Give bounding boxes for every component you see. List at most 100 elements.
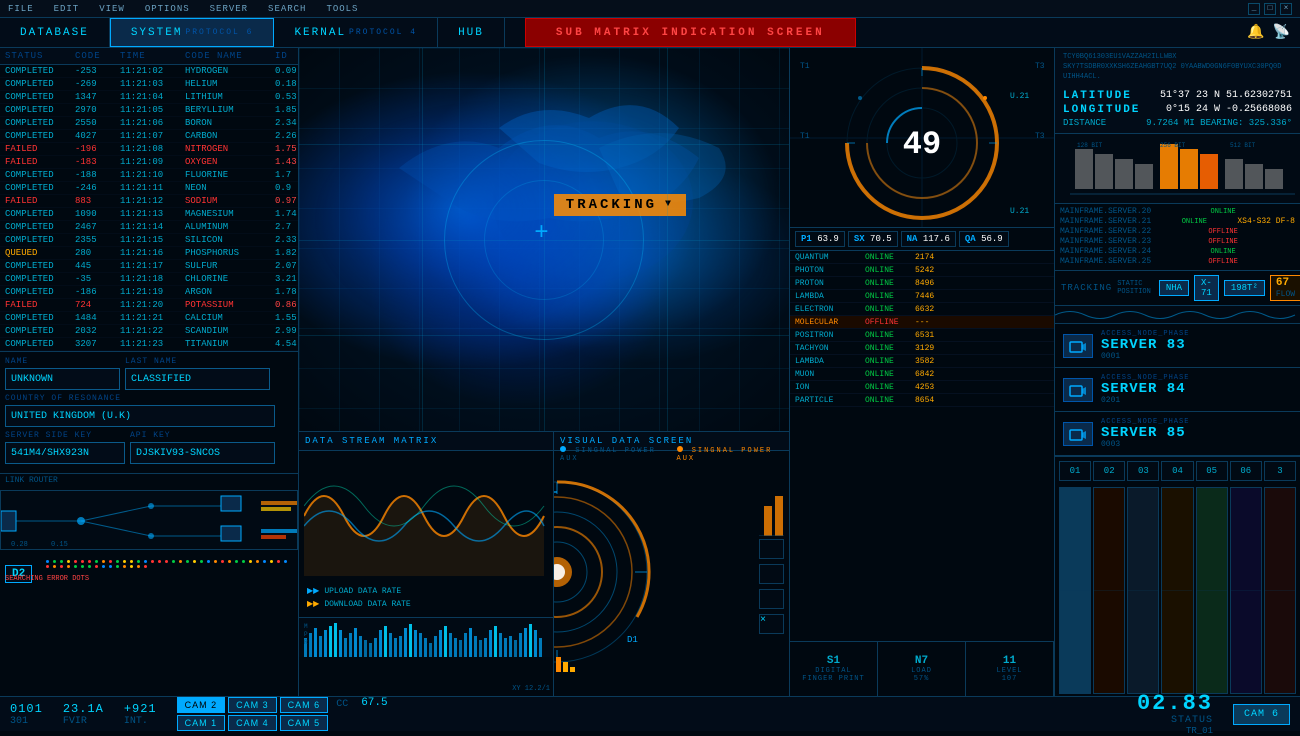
api-key-input[interactable]	[130, 442, 275, 464]
bottom-right-block-3	[1161, 487, 1193, 694]
error-dot	[277, 560, 280, 563]
panel-btn-02[interactable]: 02	[1093, 461, 1125, 481]
table-row[interactable]: COMPLETED 2032 11:21:22 SCANDIUM 2.99	[0, 325, 298, 338]
table-row[interactable]: COMPLETED 4027 11:21:07 CARBON 2.26	[0, 130, 298, 143]
cam4-button[interactable]: CAM 4	[228, 715, 277, 731]
error-dots	[45, 560, 293, 568]
menu-search[interactable]: SEARCH	[268, 4, 306, 14]
cell-status: COMPLETED	[5, 183, 75, 193]
error-dot	[81, 560, 84, 563]
vis-btn-4[interactable]: ×	[759, 614, 784, 634]
cell-code: 2355	[75, 235, 120, 245]
menu-options[interactable]: OPTIONS	[145, 4, 190, 14]
svg-text:U.21: U.21	[1010, 92, 1029, 101]
server-node[interactable]: ACCESS_NODE_PHASE SERVER 85 0003	[1055, 412, 1300, 456]
table-row[interactable]: COMPLETED -246 11:21:11 NEON 0.9	[0, 182, 298, 195]
table-row[interactable]: FAILED -183 11:21:09 OXYGEN 1.43	[0, 156, 298, 169]
close-button[interactable]: ×	[1280, 3, 1292, 15]
table-row[interactable]: FAILED 883 11:21:12 SODIUM 0.97	[0, 195, 298, 208]
wifi-icon: 📡	[1273, 24, 1290, 41]
server-nodes: ACCESS_NODE_PHASE SERVER 83 0001 ACCESS_…	[1055, 324, 1300, 456]
bell-icon[interactable]: 🔔	[1247, 24, 1264, 41]
server-info: ACCESS_NODE_PHASE SERVER 84 0201	[1101, 374, 1292, 405]
signal-value: ---	[915, 318, 965, 327]
tracking-mode-value[interactable]: NHA	[1159, 280, 1189, 296]
panel-btn-06[interactable]: 06	[1230, 461, 1262, 481]
table-row[interactable]: QUEUED 280 11:21:16 PHOSPHORUS 1.82	[0, 247, 298, 260]
table-row[interactable]: COMPLETED 2970 11:21:05 BERYLLIUM 1.85	[0, 104, 298, 117]
histogram-svg: M P R	[299, 618, 553, 657]
signal-status: ONLINE	[865, 383, 915, 392]
tab-kernal[interactable]: KERNAL PROTOCOL 4	[274, 18, 438, 47]
table-row[interactable]: COMPLETED -188 11:21:10 FLUORINE 1.7	[0, 169, 298, 182]
server-code: 0003	[1101, 440, 1292, 449]
bottom-right-block-2	[1127, 487, 1159, 694]
svg-text:T1: T1	[800, 132, 810, 141]
tab-system[interactable]: SYSTEM PROTOCOL 6	[110, 18, 275, 47]
cam3-button[interactable]: CAM 3	[228, 697, 277, 713]
table-row[interactable]: COMPLETED 445 11:21:17 SULFUR 2.07	[0, 260, 298, 273]
error-dot	[186, 560, 189, 563]
table-row[interactable]: COMPLETED -35 11:21:18 CHLORINE 3.21	[0, 273, 298, 286]
tab-hub[interactable]: HUB	[438, 18, 505, 47]
panel-btn-03[interactable]: 03	[1127, 461, 1159, 481]
cam1-button[interactable]: CAM 1	[177, 715, 226, 731]
error-dot	[200, 560, 203, 563]
vis-btn-1[interactable]	[759, 539, 784, 559]
cell-status: COMPLETED	[5, 339, 75, 349]
table-row[interactable]: COMPLETED 1347 11:21:04 LITHIUM 0.53	[0, 91, 298, 104]
svg-text:T1: T1	[800, 62, 810, 71]
bar-chart-area: 128 BIT 256 BIT 512 BIT	[1055, 134, 1300, 204]
cell-code: 3207	[75, 339, 120, 349]
table-row[interactable]: COMPLETED 3207 11:21:23 TITANIUM 4.54	[0, 338, 298, 351]
menu-tools[interactable]: TOOLS	[326, 4, 358, 14]
vis-btn-2[interactable]	[759, 564, 784, 584]
cam6-button[interactable]: CAM 6	[280, 697, 329, 713]
bottom-right-block-4	[1196, 487, 1228, 694]
panel-btn-3[interactable]: 3	[1264, 461, 1296, 481]
table-row[interactable]: COMPLETED 2550 11:21:06 BORON 2.34	[0, 117, 298, 130]
longitude-row: LONGITUDE 0°15 24 W -0.25668086	[1063, 104, 1292, 116]
menu-file[interactable]: FILE	[8, 4, 34, 14]
col-status: STATUS	[5, 51, 75, 61]
table-row[interactable]: COMPLETED 1090 11:21:13 MAGNESIUM 1.74	[0, 208, 298, 221]
cell-time: 11:21:12	[120, 196, 185, 206]
menu-view[interactable]: VIEW	[99, 4, 125, 14]
server-key-input[interactable]	[5, 442, 125, 464]
panel-btn-01[interactable]: 01	[1059, 461, 1091, 481]
tab-database[interactable]: DATABASE	[0, 18, 110, 47]
country-input[interactable]	[5, 405, 275, 427]
panel-btn-04[interactable]: 04	[1161, 461, 1193, 481]
minimize-button[interactable]: _	[1248, 3, 1260, 15]
tracking-code-value: 198T²	[1224, 280, 1265, 296]
panel-btn-05[interactable]: 05	[1196, 461, 1228, 481]
svg-text:U.21: U.21	[1010, 207, 1029, 216]
table-row[interactable]: COMPLETED -186 11:21:19 ARGON 1.78	[0, 286, 298, 299]
table-row[interactable]: FAILED -196 11:21:08 NITROGEN 1.75	[0, 143, 298, 156]
maximize-button[interactable]: □	[1264, 3, 1276, 15]
table-row[interactable]: COMPLETED 2355 11:21:15 SILICON 2.33	[0, 234, 298, 247]
mini-bar-chart: 128 BIT 256 BIT 512 BIT	[1060, 139, 1295, 204]
table-row[interactable]: COMPLETED 2467 11:21:14 ALUMINUM 2.7	[0, 221, 298, 234]
svg-text:P: P	[304, 631, 308, 638]
table-row[interactable]: COMPLETED -253 11:21:02 HYDROGEN 0.09	[0, 65, 298, 78]
table-row[interactable]: FAILED 724 11:21:20 POTASSIUM 0.86	[0, 299, 298, 312]
table-row[interactable]: COMPLETED 1484 11:21:21 CALCIUM 1.55	[0, 312, 298, 325]
tracking-text: TRACKING	[566, 197, 657, 213]
server-status-table: MAINFRAME.SERVER.20 ONLINE MAINFRAME.SER…	[1055, 204, 1300, 271]
cam2-button[interactable]: CAM 2	[177, 697, 226, 713]
name-input[interactable]	[5, 368, 120, 390]
menu-edit[interactable]: EDIT	[54, 4, 80, 14]
vis-btn-3[interactable]	[759, 589, 784, 609]
table-row[interactable]: COMPLETED -269 11:21:03 HELIUM 0.18	[0, 78, 298, 91]
error-dot	[249, 560, 252, 563]
server-node[interactable]: ACCESS_NODE_PHASE SERVER 83 0001	[1055, 324, 1300, 368]
cam5-button[interactable]: CAM 5	[280, 715, 329, 731]
menu-server[interactable]: SERVER	[210, 4, 248, 14]
cam6-badge[interactable]: CAM 6	[1233, 704, 1290, 725]
cell-status: COMPLETED	[5, 274, 75, 284]
srv-name: MAINFRAME.SERVER.23	[1060, 237, 1151, 246]
lastname-input[interactable]	[125, 368, 270, 390]
server-status-row: MAINFRAME.SERVER.24 ONLINE	[1060, 247, 1295, 256]
server-node[interactable]: ACCESS_NODE_PHASE SERVER 84 0201	[1055, 368, 1300, 412]
